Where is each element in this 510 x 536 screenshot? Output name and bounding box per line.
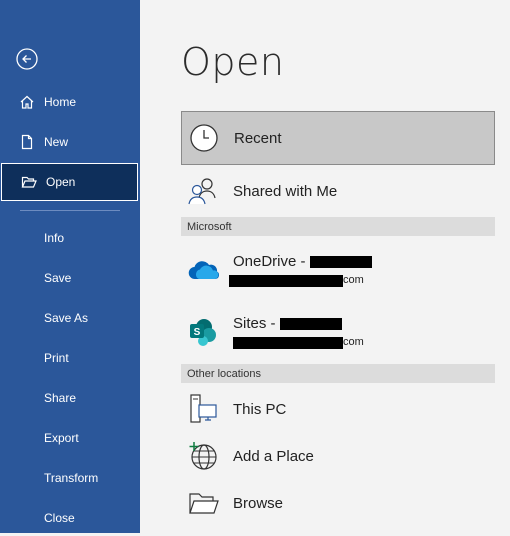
- nav-item-label: Info: [44, 231, 65, 245]
- location-label: OneDrive -: [233, 253, 310, 271]
- location-sites[interactable]: S Sites - com: [181, 302, 495, 362]
- nav-item-home[interactable]: Home: [0, 84, 140, 120]
- redaction-bar: [229, 274, 343, 287]
- nav-item-label: Save: [44, 271, 72, 285]
- computer-icon: [185, 391, 221, 427]
- location-label: Browse: [233, 494, 284, 512]
- redaction-bar: [279, 318, 342, 331]
- nav-item-print[interactable]: Print: [0, 340, 140, 376]
- clock-icon: [186, 120, 222, 156]
- nav-item-new[interactable]: New: [0, 124, 140, 160]
- location-label: This PC: [233, 400, 287, 418]
- nav-item-save[interactable]: Save: [0, 260, 140, 296]
- page-title: Open: [181, 40, 285, 84]
- scrollbar[interactable]: [497, 111, 510, 533]
- nav-item-close[interactable]: Close: [0, 500, 140, 536]
- location-onedrive[interactable]: OneDrive - com: [181, 240, 495, 300]
- sharepoint-icon: S: [185, 314, 221, 350]
- home-icon: [18, 93, 36, 111]
- back-arrow-icon[interactable]: [16, 48, 38, 70]
- nav-divider: [20, 210, 120, 211]
- location-shared-with-me[interactable]: Shared with Me: [181, 167, 495, 215]
- nav-item-label: Transform: [44, 471, 99, 485]
- backstage-nav: Home New Open Info Save Save As Print Sh…: [0, 0, 140, 533]
- nav-item-label: Print: [44, 351, 69, 365]
- location-label: Sites -: [233, 315, 280, 333]
- location-browse[interactable]: Browse: [181, 480, 495, 526]
- people-icon: [185, 173, 221, 209]
- nav-item-label: Close: [44, 511, 75, 525]
- folder-icon: [185, 485, 221, 521]
- redaction-bar: [309, 256, 372, 269]
- location-label: Shared with Me: [233, 182, 338, 200]
- section-header-microsoft: Microsoft: [181, 217, 495, 236]
- location-label: Add a Place: [233, 447, 314, 465]
- account-domain: com: [343, 336, 364, 349]
- nav-item-label: Save As: [44, 311, 89, 325]
- account-domain: com: [343, 274, 364, 287]
- nav-item-label: Share: [44, 391, 77, 405]
- section-header-other-locations: Other locations: [181, 364, 495, 383]
- nav-item-label: Export: [44, 431, 79, 445]
- nav-item-label: Home: [44, 95, 77, 109]
- location-recent[interactable]: Recent: [181, 111, 495, 165]
- nav-item-label: Open: [46, 175, 76, 189]
- nav-item-info[interactable]: Info: [0, 220, 140, 256]
- new-document-icon: [18, 133, 36, 151]
- nav-item-export[interactable]: Export: [0, 420, 140, 456]
- onedrive-icon: [185, 252, 221, 288]
- nav-item-share[interactable]: Share: [0, 380, 140, 416]
- location-add-a-place[interactable]: Add a Place: [181, 433, 495, 479]
- nav-item-transform[interactable]: Transform: [0, 460, 140, 496]
- globe-add-icon: [185, 438, 221, 474]
- redaction-bar: [233, 336, 343, 349]
- location-this-pc[interactable]: This PC: [181, 386, 495, 432]
- location-label: Recent: [234, 129, 282, 147]
- nav-item-save-as[interactable]: Save As: [0, 300, 140, 336]
- svg-text:S: S: [194, 327, 201, 338]
- nav-item-open[interactable]: Open: [1, 163, 138, 201]
- folder-open-icon: [20, 173, 38, 191]
- nav-item-label: New: [44, 135, 69, 149]
